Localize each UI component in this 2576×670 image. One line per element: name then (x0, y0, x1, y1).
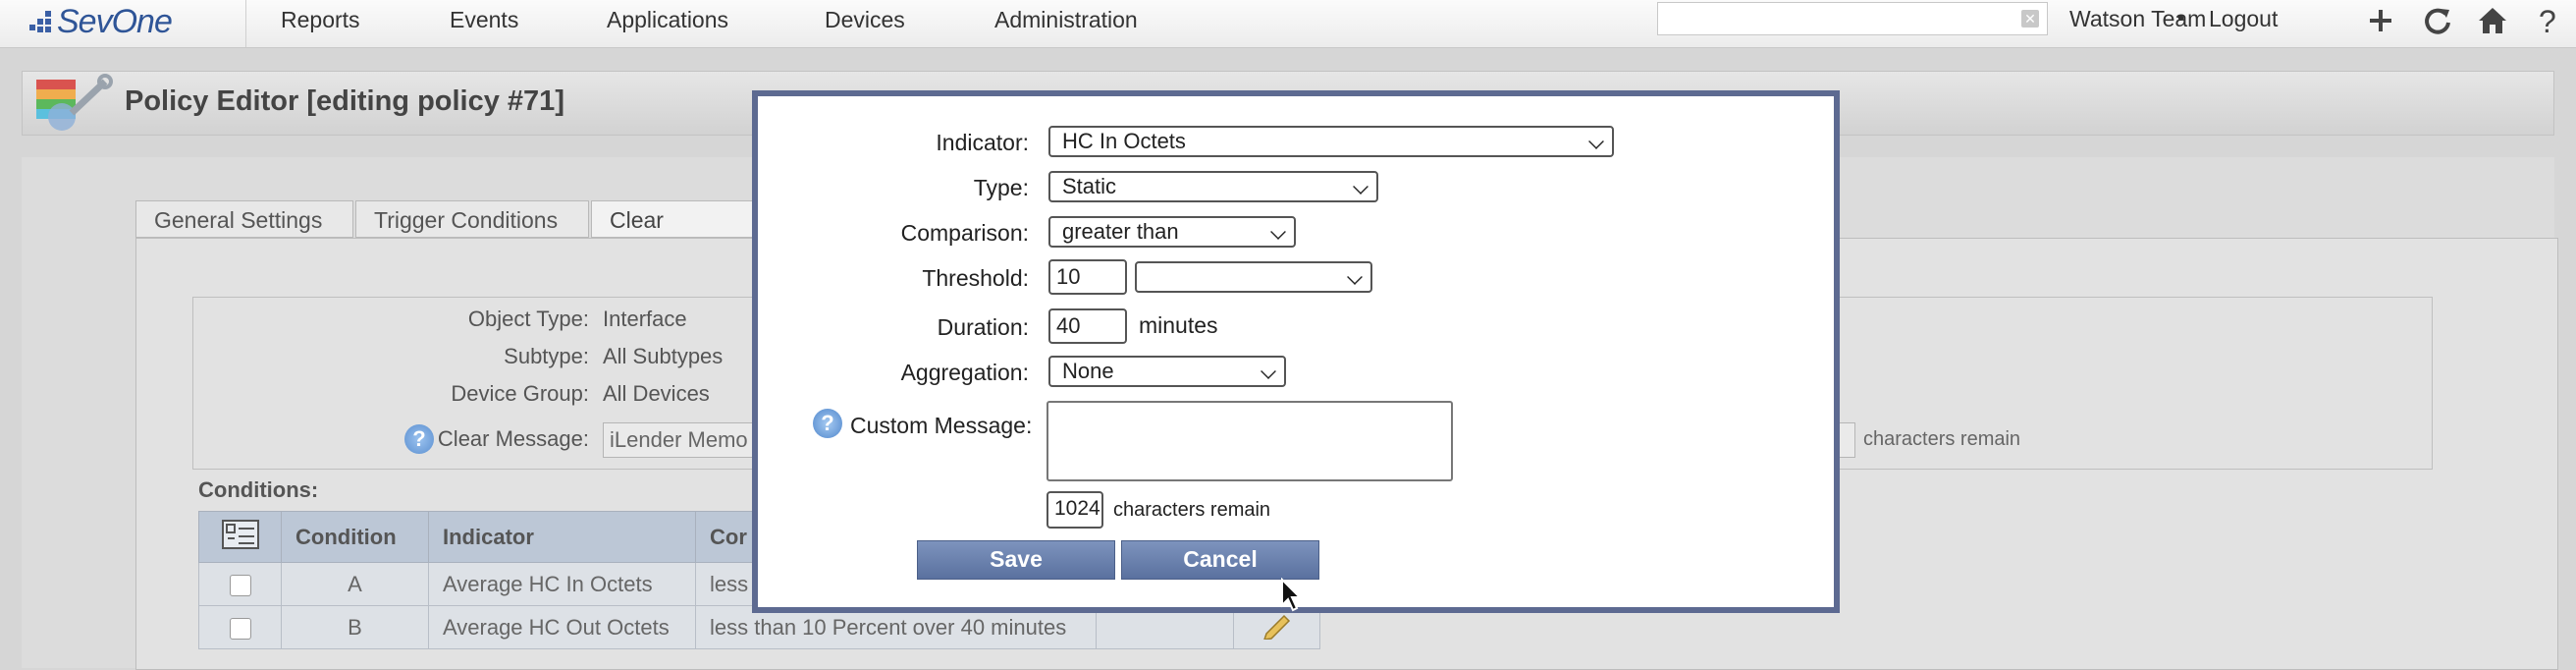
aggregation-select-value: None (1062, 359, 1114, 383)
indicator-select[interactable]: HC In Octets (1048, 126, 1614, 157)
cancel-button[interactable]: Cancel (1121, 540, 1319, 580)
threshold-unit-select[interactable] (1135, 261, 1372, 293)
clear-search-icon[interactable]: ✕ (2021, 10, 2039, 28)
indicator-label: Indicator: (936, 130, 1029, 155)
type-label: Type: (973, 175, 1029, 200)
type-select-value: Static (1062, 174, 1117, 198)
comparison-label: Comparison: (900, 220, 1029, 246)
sevone-logo[interactable]: SevOne (29, 2, 173, 41)
comparison-select-value: greater than (1062, 219, 1179, 244)
top-navigation-bar: SevOne Reports Events Applications Devic… (0, 0, 2576, 48)
logo-mark-icon (29, 11, 53, 32)
nav-applications[interactable]: Applications (607, 0, 728, 39)
threshold-input[interactable]: 10 (1048, 259, 1127, 295)
plus-icon[interactable] (2364, 4, 2397, 37)
custom-message-label: Custom Message: (850, 413, 1033, 438)
type-select[interactable]: Static (1048, 171, 1378, 202)
duration-label: Duration: (937, 314, 1029, 340)
nav-reports[interactable]: Reports (281, 0, 360, 39)
chevron-down-icon (1353, 179, 1368, 195)
indicator-select-value: HC In Octets (1062, 129, 1186, 153)
nav-events[interactable]: Events (450, 0, 518, 39)
help-icon[interactable]: ? (2531, 4, 2564, 37)
logout-link[interactable]: Logout (2209, 0, 2278, 37)
aggregation-label: Aggregation: (900, 360, 1029, 385)
divider (245, 0, 246, 47)
nav-devices[interactable]: Devices (825, 0, 905, 39)
chevron-down-icon (1347, 269, 1363, 285)
save-button[interactable]: Save (917, 540, 1115, 580)
custom-message-help-icon[interactable]: ? (813, 409, 842, 438)
duration-input[interactable]: 40 (1048, 308, 1127, 344)
condition-editor-dialog: Indicator: HC In Octets Type: Static Com… (752, 90, 1840, 613)
separator-dot: • (2177, 8, 2185, 29)
refresh-icon[interactable] (2421, 4, 2454, 37)
characters-count-input: 1024 (1046, 491, 1103, 529)
home-icon[interactable] (2476, 4, 2509, 37)
comparison-select[interactable]: greater than (1048, 216, 1296, 248)
aggregation-select[interactable]: None (1048, 356, 1286, 387)
svg-text:?: ? (2539, 4, 2556, 37)
nav-administration[interactable]: Administration (994, 0, 1138, 39)
custom-message-textarea[interactable] (1046, 401, 1453, 481)
search-input[interactable]: ✕ (1657, 2, 2048, 35)
mouse-cursor-icon (1281, 578, 1303, 612)
threshold-label: Threshold: (922, 265, 1029, 291)
chevron-down-icon (1270, 224, 1286, 240)
chevron-down-icon (1261, 363, 1276, 379)
characters-remain-label: characters remain (1113, 499, 1271, 521)
duration-unit-label: minutes (1139, 312, 1218, 338)
chevron-down-icon (1588, 134, 1604, 149)
user-name-link[interactable]: Watson Team (2069, 0, 2206, 37)
logo-text: SevOne (57, 2, 173, 40)
